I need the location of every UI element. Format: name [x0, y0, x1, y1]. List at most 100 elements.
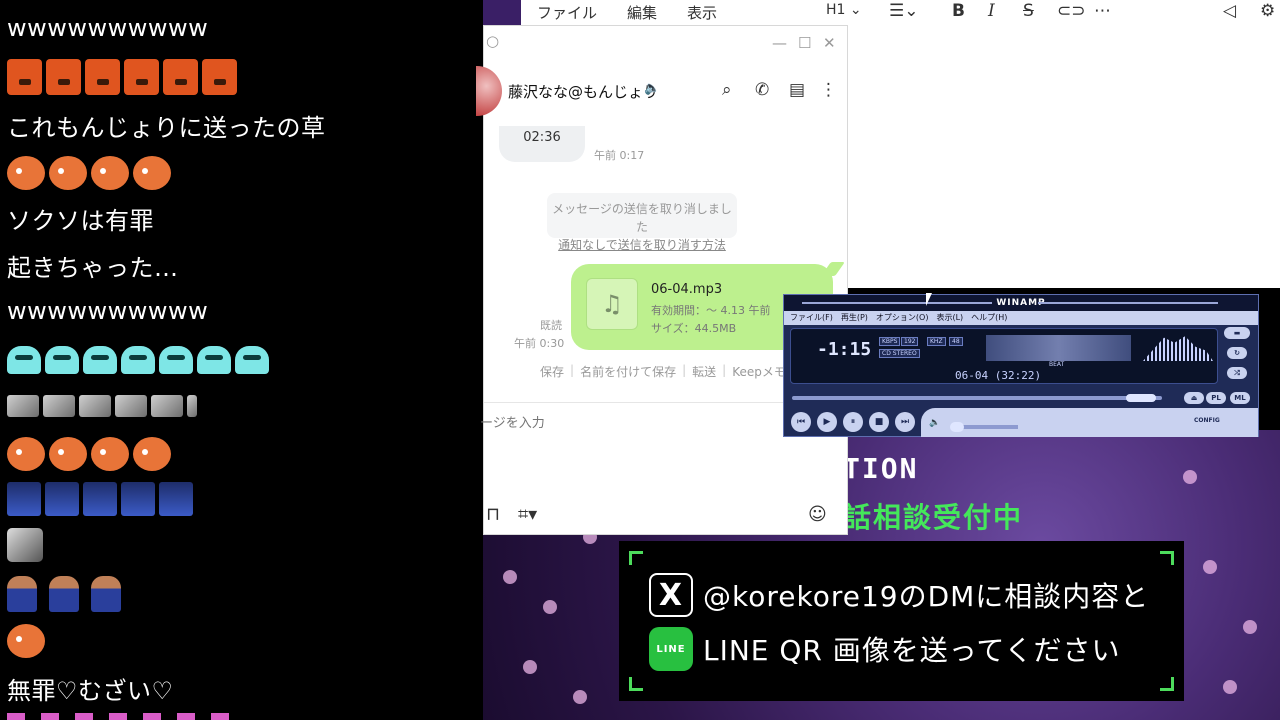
wa-menu-help[interactable]: ヘルプ(H): [971, 311, 1007, 325]
emote-icon: [121, 482, 155, 516]
prev-button[interactable]: ⏮: [791, 412, 811, 432]
emote-icon: [151, 395, 183, 417]
contact-name: 藤沢なな@もんじょり: [508, 83, 659, 101]
volume-thumb[interactable]: [950, 422, 964, 432]
notice-line: LINE LINE QR 画像を送ってください: [649, 627, 1121, 671]
x-logo-icon: X: [649, 573, 693, 617]
emote-row: [7, 576, 121, 612]
message-bubble[interactable]: 02:36: [499, 126, 585, 162]
wa-menu-play[interactable]: 再生(P): [841, 311, 868, 325]
menu-file[interactable]: ファイル: [537, 2, 597, 23]
emote-icon: [7, 346, 41, 374]
emote-icon: [121, 346, 155, 374]
emote-icon: [124, 59, 159, 95]
banner-title: TION: [843, 452, 919, 485]
seek-thumb[interactable]: [1126, 394, 1156, 402]
chat-message: これもんじょりに送ったの草: [7, 114, 326, 142]
avatar[interactable]: [476, 66, 502, 116]
line-chat-window: ○ — ☐ ✕ 藤沢なな@もんじょり 🔈 ⌕ ✆ ▤ ⋮ 02:36 午前 0:…: [476, 25, 848, 535]
save-link[interactable]: 保存: [540, 363, 564, 380]
emote-icon: [43, 395, 75, 417]
track-title: 06-04 (32:22): [955, 369, 1042, 382]
toolbar-edge: [483, 0, 521, 25]
repeat-button[interactable]: ↻: [1227, 347, 1247, 359]
kbps-value: 192: [901, 337, 919, 346]
next-button[interactable]: ⏭: [895, 412, 915, 432]
gear-icon[interactable]: ⚙: [1260, 1, 1275, 21]
save-as-link[interactable]: 名前を付けて保存: [580, 363, 676, 380]
chat-panel: wwwwwwwwww これもんじょりに送ったの草 ソクソは有罪 起きちゃった… …: [0, 0, 483, 720]
spectrum-analyzer[interactable]: [1143, 336, 1213, 361]
italic-icon[interactable]: I: [988, 1, 995, 21]
emote-icon: [7, 59, 42, 95]
editor-toolbar: ファイル 編集 表示: [483, 0, 1280, 25]
bookmark-icon[interactable]: ⊓: [486, 504, 500, 525]
keep-memo-link[interactable]: Keepメモ: [732, 363, 786, 380]
emote-row: [7, 395, 197, 417]
more-icon[interactable]: ⋯: [1094, 1, 1111, 21]
time-display[interactable]: -1:15: [817, 339, 871, 360]
wa-menu-options[interactable]: オプション(O): [876, 311, 929, 325]
list-icon[interactable]: ☰⌄: [889, 1, 918, 21]
system-message: メッセージの送信を取り消しました 通知なしで送信を取り消す方法: [547, 193, 737, 252]
wa-menu-view[interactable]: 表示(L): [936, 311, 963, 325]
notice-text: @korekore19のDMに相談内容と: [703, 580, 1150, 613]
media-library-button[interactable]: ML: [1230, 392, 1250, 404]
seek-bar[interactable]: [792, 396, 1162, 400]
visualizer[interactable]: [986, 335, 1131, 361]
emote-row: [7, 59, 237, 95]
beat-label: BEAT: [1049, 361, 1065, 368]
play-button[interactable]: ▶: [817, 412, 837, 432]
menu-edit[interactable]: 編集: [627, 2, 657, 23]
emote-icon: [45, 482, 79, 516]
eject-button[interactable]: ▬: [1224, 327, 1250, 339]
khz-value: 48: [949, 337, 963, 346]
phone-icon[interactable]: ✆: [755, 80, 769, 100]
strikethrough-icon[interactable]: S: [1023, 1, 1034, 21]
music-file-icon: ♫: [586, 278, 638, 330]
file-size: サイズ：44.5MB: [651, 322, 737, 335]
eject-small-button[interactable]: ⏏: [1184, 392, 1204, 404]
link-icon[interactable]: ⊂⊃: [1057, 1, 1086, 21]
close-button[interactable]: ✕: [823, 34, 836, 52]
forward-link[interactable]: 転送: [692, 363, 716, 380]
config-button[interactable]: CONFIG: [1194, 417, 1220, 424]
more-vert-icon[interactable]: ⋮: [820, 80, 837, 100]
emote-row: [7, 624, 45, 658]
search-icon[interactable]: ⌕: [722, 80, 732, 100]
emote-icon: [133, 437, 171, 471]
bold-icon[interactable]: B: [952, 1, 965, 21]
emote-row: [7, 528, 43, 562]
chat-message: 起きちゃった…: [7, 254, 179, 282]
megaphone-icon[interactable]: ◁: [1223, 1, 1236, 21]
minimize-button[interactable]: —: [772, 34, 787, 52]
emote-icon: [91, 156, 129, 190]
pause-button[interactable]: ⏸: [843, 412, 863, 432]
message-input[interactable]: [480, 416, 780, 431]
khz-label: KHZ: [927, 337, 946, 346]
emote-icon: [202, 59, 237, 95]
menu-view[interactable]: 表示: [687, 2, 717, 23]
winamp-titlebar[interactable]: WINAMP: [784, 295, 1258, 311]
emote-icon: [115, 395, 147, 417]
notice-text: LINE QR 画像を送ってください: [703, 634, 1121, 667]
emote-icon: [7, 528, 43, 562]
stereo-badge: CD STEREO: [879, 349, 920, 358]
stop-button[interactable]: ■: [869, 412, 889, 432]
maximize-button[interactable]: ☐: [798, 34, 811, 52]
editor-canvas[interactable]: [848, 25, 1280, 288]
notes-icon[interactable]: ▤: [789, 80, 805, 100]
file-name: 06-04.mp3: [651, 282, 723, 297]
shuffle-button[interactable]: ⤮: [1227, 367, 1247, 379]
wa-menu-file[interactable]: ファイル(F): [790, 311, 833, 325]
emoji-icon[interactable]: ☺: [808, 504, 827, 525]
chat-message: ソクソは有罪: [7, 207, 154, 235]
emote-icon: [163, 59, 198, 95]
emote-icon: [49, 576, 79, 612]
emote-icon: [91, 437, 129, 471]
playlist-button[interactable]: PL: [1206, 392, 1226, 404]
heading-dropdown[interactable]: H1 ⌄: [826, 2, 862, 18]
notice-box: X @korekore19のDMに相談内容と LINE LINE QR 画像を送…: [619, 541, 1184, 701]
system-link[interactable]: 通知なしで送信を取り消す方法: [547, 236, 737, 254]
crop-icon[interactable]: ⌗▾: [518, 504, 537, 525]
